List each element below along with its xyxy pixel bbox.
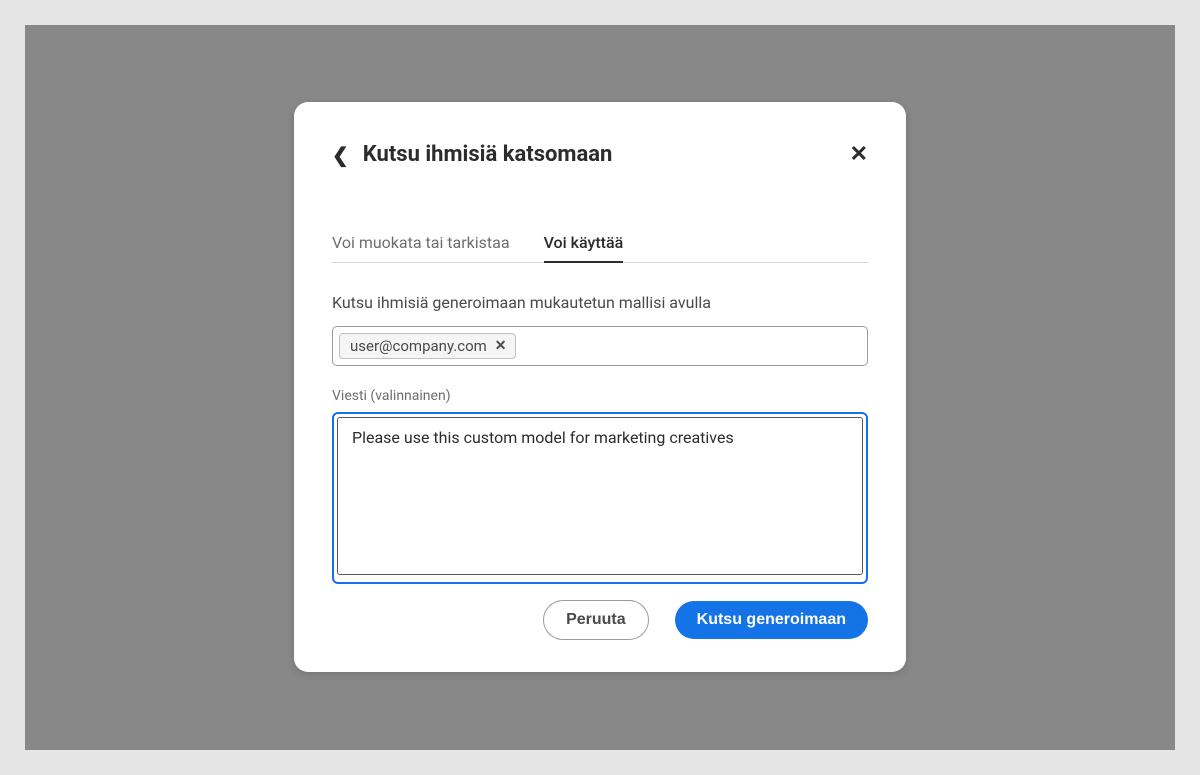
tab-edit-review[interactable]: Voi muokata tai tarkistaa	[332, 223, 510, 262]
tab-can-use[interactable]: Voi käyttää	[544, 223, 624, 262]
email-input[interactable]: user@company.com ✕	[332, 326, 868, 366]
tabs: Voi muokata tai tarkistaa Voi käyttää	[332, 223, 868, 263]
remove-chip-icon[interactable]: ✕	[495, 339, 507, 353]
back-icon[interactable]: ❮	[332, 145, 349, 165]
modal-title: Kutsu ihmisiä katsomaan	[363, 142, 613, 167]
invite-modal: ❮ Kutsu ihmisiä katsomaan ✕ Voi muokata …	[294, 102, 906, 672]
modal-overlay: ❮ Kutsu ihmisiä katsomaan ✕ Voi muokata …	[25, 25, 1175, 750]
email-chip-text: user@company.com	[350, 337, 487, 355]
modal-footer: Peruuta Kutsu generoimaan	[332, 600, 868, 640]
cancel-button[interactable]: Peruuta	[543, 600, 649, 640]
invite-description: Kutsu ihmisiä generoimaan mukautetun mal…	[332, 293, 868, 312]
close-icon[interactable]: ✕	[850, 144, 868, 166]
invite-button[interactable]: Kutsu generoimaan	[675, 601, 868, 639]
message-textarea[interactable]	[337, 417, 863, 575]
email-chip: user@company.com ✕	[339, 333, 516, 359]
modal-header: ❮ Kutsu ihmisiä katsomaan ✕	[332, 142, 868, 167]
header-left: ❮ Kutsu ihmisiä katsomaan	[332, 142, 612, 167]
message-field-focus-ring	[332, 412, 868, 584]
message-label: Viesti (valinnainen)	[332, 388, 868, 404]
